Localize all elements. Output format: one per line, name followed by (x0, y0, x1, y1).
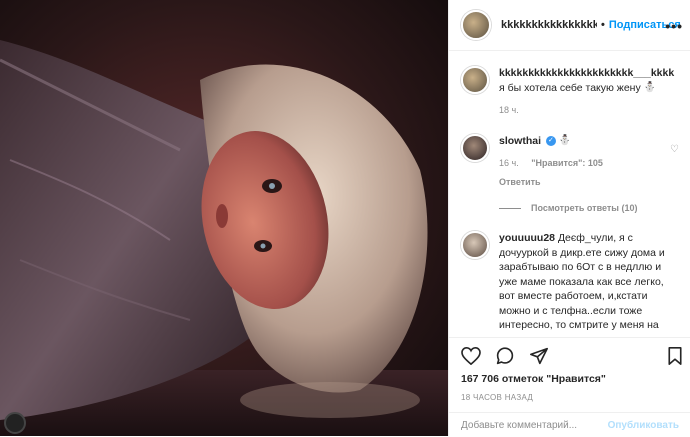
view-replies-button[interactable]: Посмотреть ответы (10) (499, 203, 679, 213)
post-photo[interactable] (0, 0, 448, 436)
comment-time: 16 ч. (499, 158, 519, 169)
caption-meta: 18 ч. (499, 103, 671, 118)
action-icons (461, 347, 549, 365)
instagram-post: kkkkkkkkkkkkkkkkkk • Подписаться ••• kkk… (0, 0, 690, 436)
reply-button[interactable]: Ответить (499, 175, 671, 190)
comment-meta: 16 ч. "Нравится": 105 (499, 156, 671, 171)
comment-icon[interactable] (495, 347, 515, 365)
snowman-icon: ⛄ (643, 81, 657, 93)
caption-username[interactable]: kkkkkkkkkkkkkkkkkkkkkkk___kkkk (499, 67, 674, 79)
comment: youuuuu28 Деєф_чули, я с дочууркой в дик… (461, 231, 679, 337)
verified-badge-icon: ✓ (545, 135, 556, 146)
comment-avatar[interactable] (461, 133, 489, 162)
more-options-icon[interactable]: ••• (665, 18, 683, 34)
replies-divider (499, 207, 521, 209)
author-avatar[interactable] (461, 10, 491, 40)
comment-body: slowthai ✓ ⛄ 16 ч. "Нравится": 105 Ответ… (499, 134, 671, 190)
likes-count[interactable]: 167 706 отметок "Нравится" (461, 373, 606, 385)
post-side-panel: kkkkkkkkkkkkkkkkkk • Подписаться ••• kkk… (448, 0, 690, 436)
comment-avatar[interactable] (461, 231, 489, 260)
caption-body: kkkkkkkkkkkkkkkkkkkkkkk___kkkk я бы хоте… (499, 66, 674, 118)
caption: kkkkkkkkkkkkkkkkkkkkkkk___kkkk я бы хоте… (461, 66, 679, 118)
comments-list[interactable]: kkkkkkkkkkkkkkkkkkkkkkk___kkkk я бы хоте… (449, 52, 690, 337)
comment-username[interactable]: slowthai (499, 135, 541, 147)
view-replies-label: Посмотреть ответы (10) (531, 203, 638, 214)
photo-corner-avatar (4, 412, 26, 434)
share-icon[interactable] (529, 347, 549, 365)
comment-username[interactable]: youuuuu28 (499, 232, 555, 244)
comment: slowthai ✓ ⛄ 16 ч. "Нравится": 105 Ответ… (461, 133, 679, 190)
publish-button[interactable]: Опубликовать (608, 420, 679, 431)
post-actions: 167 706 отметок "Нравится" 18 ЧАСОВ НАЗА… (449, 337, 690, 436)
comment-like-heart-icon[interactable]: ♡ (670, 144, 679, 155)
comment-likes[interactable]: "Нравится": 105 (531, 158, 603, 168)
comment-body: youuuuu28 Деєф_чули, я с дочууркой в дик… (499, 231, 671, 337)
comment-input[interactable] (461, 419, 608, 431)
post-timestamp: 18 ЧАСОВ НАЗАД (461, 393, 534, 402)
caption-time: 18 ч. (499, 105, 519, 116)
add-comment-bar: Опубликовать (449, 412, 690, 437)
comment-text: Деєф_чули, я с дочууркой в дикр.ете сижу… (499, 232, 665, 337)
header-separator: • (601, 19, 605, 31)
caption-avatar[interactable] (461, 66, 489, 94)
bookmark-icon[interactable] (667, 347, 683, 365)
author-username[interactable]: kkkkkkkkkkkkkkkkkk (501, 19, 597, 31)
caption-text: я бы хотела себе такую жену (499, 81, 641, 94)
heart-icon[interactable] (461, 347, 481, 365)
post-header: kkkkkkkkkkkkkkkkkk • Подписаться ••• (449, 0, 690, 51)
photo-image (0, 0, 448, 436)
snowman-icon: ⛄ (558, 134, 572, 146)
